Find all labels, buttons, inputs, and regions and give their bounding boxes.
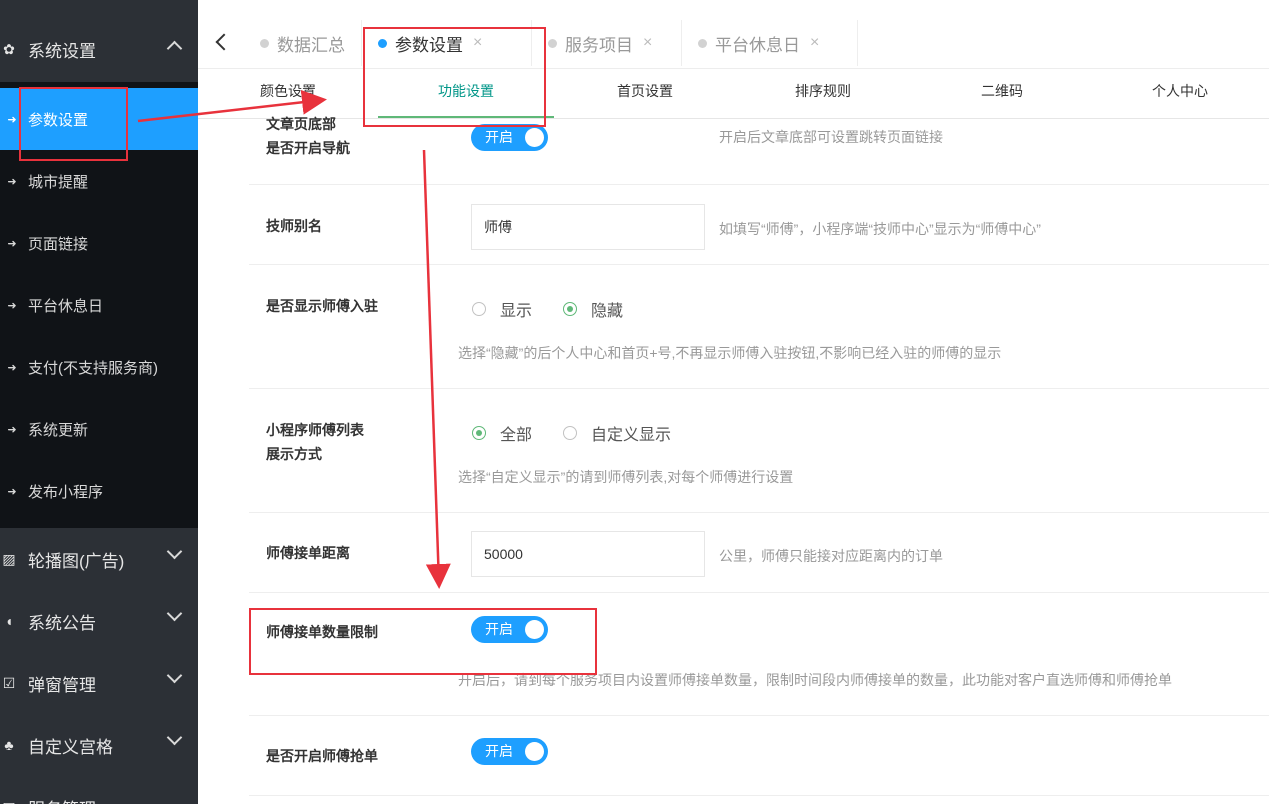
annotation-arrow-down <box>422 149 451 589</box>
annotation-arrows <box>137 89 451 589</box>
annotation-arrow-right <box>137 89 327 123</box>
